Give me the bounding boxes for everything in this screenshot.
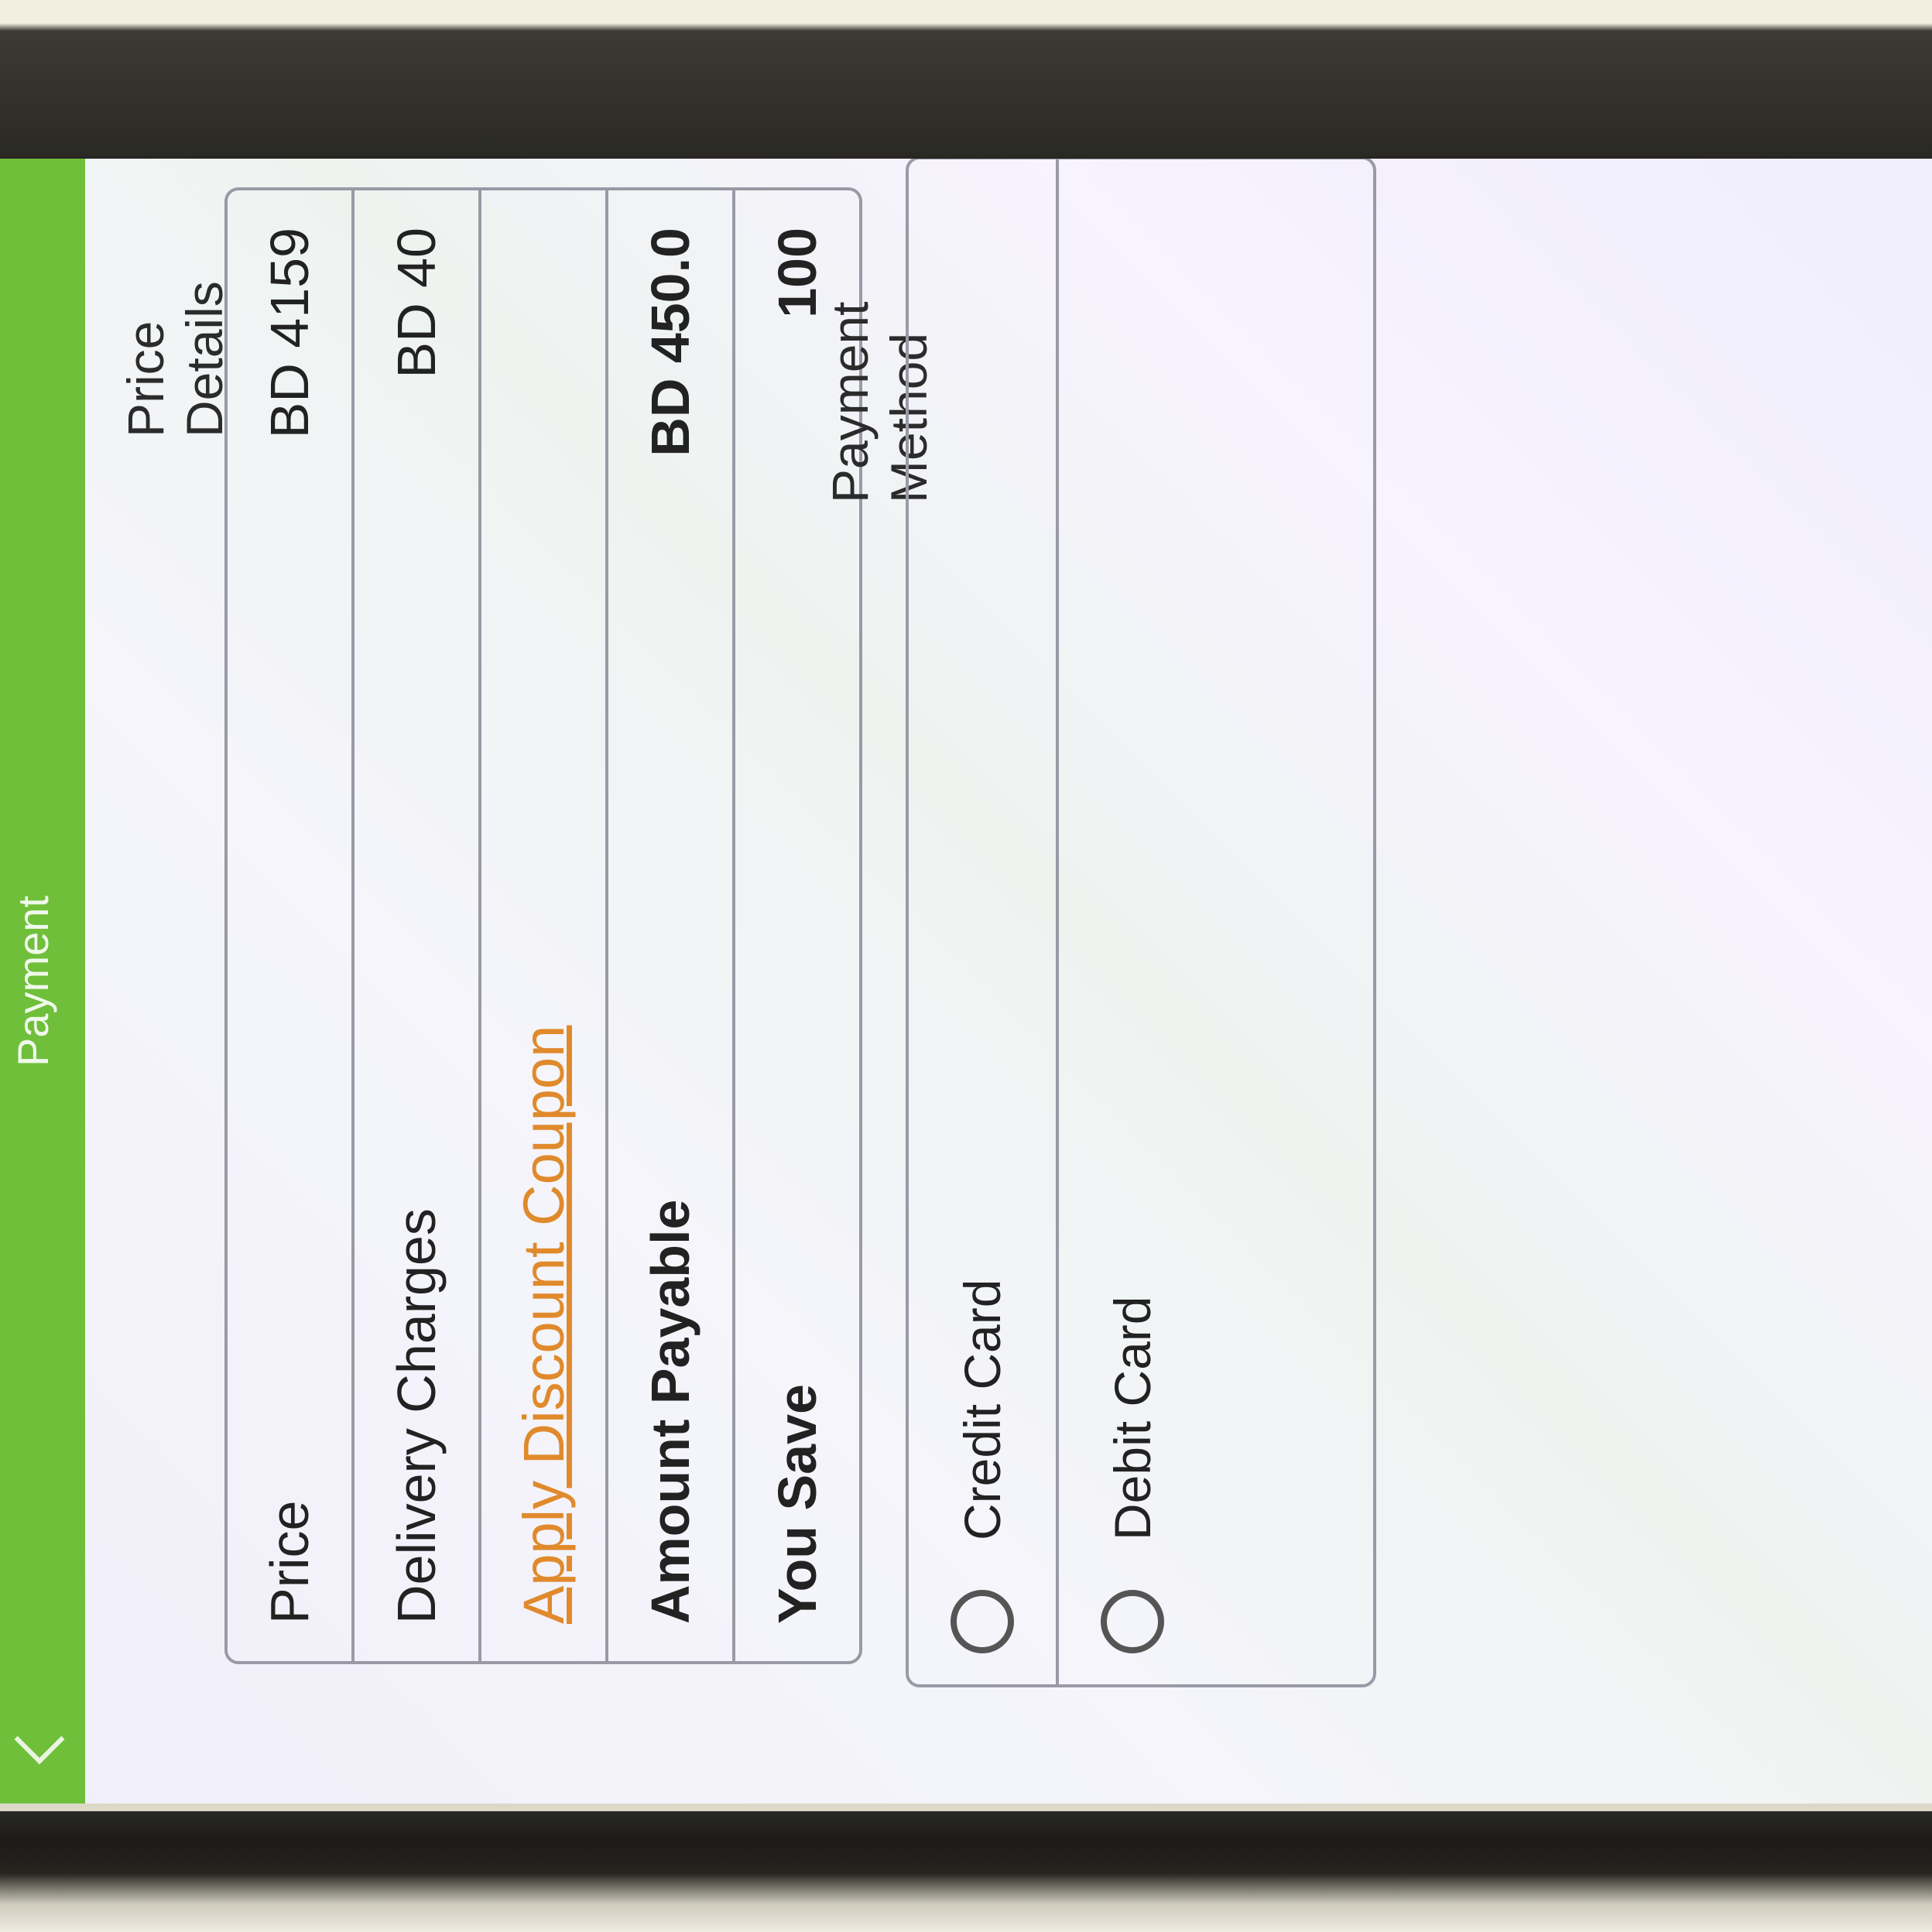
payment-option-label: Credit Card xyxy=(954,1279,1011,1540)
price-value: BD 4159 xyxy=(259,228,320,439)
delivery-charges-label: Delivery Charges xyxy=(386,1208,447,1624)
price-label: Price xyxy=(259,1500,320,1624)
payment-method-box: Credit Card Debit Card xyxy=(906,159,1376,1687)
delivery-charges-value: BD 40 xyxy=(386,228,447,379)
apply-coupon-link[interactable]: Apply Discount Coupon xyxy=(511,1026,577,1624)
amount-payable-row: Amount Payable BD 450.0 xyxy=(608,190,735,1661)
you-save-label: You Save xyxy=(767,1384,827,1624)
radio-unchecked-icon[interactable] xyxy=(951,1590,1014,1653)
phone-screen: Payment Price Details Price BD 4159 Deli… xyxy=(0,159,1932,1804)
delivery-charges-row: Delivery Charges BD 40 xyxy=(355,190,481,1661)
payment-option-debit-card[interactable]: Debit Card xyxy=(1059,159,1206,1684)
price-row: Price BD 4159 xyxy=(228,190,355,1661)
amount-payable-value: BD 450.0 xyxy=(640,228,701,457)
you-save-value: 100 xyxy=(767,228,827,318)
device-bezel-bottom xyxy=(0,1811,1932,1932)
payment-option-credit-card[interactable]: Credit Card xyxy=(909,159,1059,1684)
back-chevron-icon[interactable] xyxy=(14,1714,65,1765)
app-bar-title: Payment xyxy=(9,896,57,1067)
device-bezel-top xyxy=(0,0,1932,170)
price-details-box: Price BD 4159 Delivery Charges BD 40 App… xyxy=(224,187,862,1664)
payment-option-label: Debit Card xyxy=(1104,1296,1161,1540)
price-details-heading: Price Details xyxy=(117,281,233,437)
app-bar: Payment xyxy=(0,159,85,1804)
amount-payable-label: Amount Payable xyxy=(640,1199,701,1624)
coupon-row: Apply Discount Coupon xyxy=(481,190,608,1661)
radio-unchecked-icon[interactable] xyxy=(1101,1590,1164,1653)
